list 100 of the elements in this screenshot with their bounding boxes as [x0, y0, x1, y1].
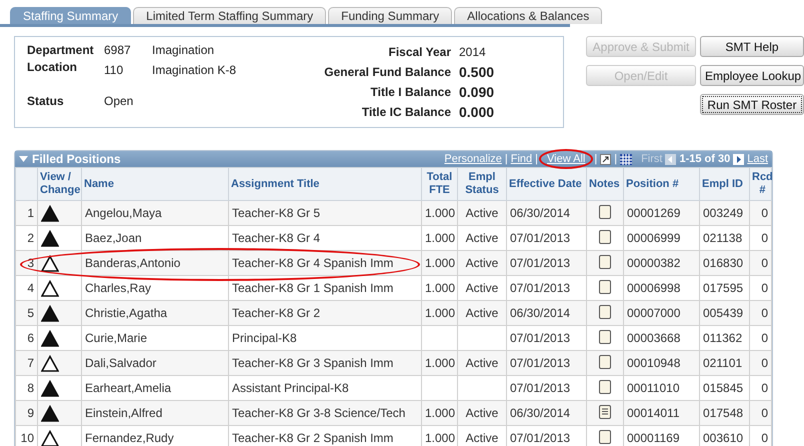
table-cell: 00010948 — [624, 350, 700, 376]
table-cell: 06/30/2014 — [506, 400, 586, 426]
field-value: Open — [104, 94, 134, 110]
field-label: Fiscal Year — [388, 45, 451, 59]
table-cell: 0 — [750, 350, 772, 376]
table-cell: Einstein,Alfred — [82, 400, 228, 426]
field-value: 0.000 — [459, 104, 494, 120]
next-icon[interactable] — [733, 154, 744, 164]
table-cell: 017548 — [700, 400, 750, 426]
table-cell: Active — [458, 250, 506, 276]
action-button[interactable]: Run SMT Roster — [700, 94, 804, 115]
table-cell: 0 — [750, 200, 772, 226]
table-cell: 00000382 — [624, 250, 700, 276]
filled-triangle-icon[interactable] — [41, 404, 59, 422]
collapse-icon[interactable] — [19, 156, 28, 162]
table-cell: 1.000 — [422, 350, 458, 376]
table-cell: 0 — [750, 300, 772, 326]
table-cell: Active — [458, 200, 506, 226]
tab[interactable]: Allocations & Balances — [454, 7, 602, 24]
table-cell: Angelou,Maya — [82, 200, 228, 226]
grid-title: Filled Positions — [19, 152, 121, 166]
field-value: 0.090 — [459, 84, 494, 100]
notes-icon[interactable] — [599, 254, 611, 269]
table-cell: Teacher-K8 Gr 3 Spanish Imm — [228, 350, 422, 376]
notes-icon[interactable] — [599, 329, 611, 344]
field-label: Title I Balance — [370, 85, 451, 99]
table-cell: 021101 — [700, 350, 750, 376]
table-cell: Active — [458, 400, 506, 426]
table-cell: 07/01/2013 — [506, 250, 586, 276]
outline-triangle-icon[interactable] — [41, 354, 59, 372]
table-cell: 1.000 — [422, 200, 458, 226]
notes-icon[interactable] — [599, 304, 611, 319]
field-value: Imagination K-8 — [152, 62, 236, 77]
outline-triangle-icon[interactable] — [41, 254, 59, 272]
row-number: 10 — [16, 426, 38, 446]
separator-text: | — [614, 153, 618, 165]
previous-icon[interactable] — [665, 154, 676, 164]
table-cell: 00001269 — [624, 200, 700, 226]
notes-icon[interactable] — [599, 379, 611, 394]
table-cell: 1.000 — [422, 300, 458, 326]
filled-triangle-icon[interactable] — [41, 230, 59, 246]
action-button[interactable]: SMT Help — [700, 36, 804, 57]
table-cell: 00007000 — [624, 300, 700, 326]
field-value: 6987 — [104, 43, 132, 59]
row-number: 1 — [16, 200, 38, 226]
table-cell: Teacher-K8 Gr 4 Spanish Imm — [228, 250, 422, 276]
field-label: Title IC Balance — [360, 105, 451, 119]
table-cell: 003249 — [700, 200, 750, 226]
field-value: 110 — [104, 62, 124, 77]
table-cell: Dali,Salvador — [82, 350, 228, 376]
field-label: Department — [27, 43, 95, 59]
separator-text: | — [504, 153, 508, 165]
table-cell: 00014011 — [624, 400, 700, 426]
notes-icon[interactable] — [599, 279, 611, 294]
table-cell: Teacher-K8 Gr 5 — [228, 200, 422, 226]
notes-icon[interactable] — [599, 404, 611, 419]
field-label: Location — [27, 60, 78, 76]
table-cell: Active — [458, 300, 506, 326]
outline-triangle-icon[interactable] — [41, 430, 59, 446]
row-number: 5 — [16, 300, 38, 326]
filled-triangle-icon[interactable] — [41, 204, 59, 222]
notes-icon[interactable] — [599, 204, 611, 219]
field-label: General Fund Balance — [323, 65, 451, 79]
column-header: Notes — [589, 178, 620, 190]
table-cell: Banderas,Antonio — [82, 250, 228, 276]
field-value: 2014 — [459, 45, 486, 59]
separator-text: | — [594, 153, 598, 165]
field-value: 0.500 — [459, 64, 494, 80]
field-label: Status — [27, 94, 65, 110]
column-header[interactable]: Assignment Title — [231, 178, 320, 190]
table-cell: 1.000 — [422, 400, 458, 426]
table-cell: Teacher-K8 Gr 2 — [228, 300, 422, 326]
table-cell: 0 — [750, 400, 772, 426]
notes-icon[interactable] — [599, 354, 611, 369]
table-cell: 0 — [750, 250, 772, 276]
table-cell: Christie,Agatha — [82, 300, 228, 326]
table-cell: 016830 — [700, 250, 750, 276]
table-cell: 06/30/2014 — [506, 300, 586, 326]
row-number: 9 — [16, 400, 38, 426]
filled-triangle-icon[interactable] — [41, 380, 59, 396]
column-header: View / Change — [40, 171, 80, 197]
table-cell: 1.000 — [422, 250, 458, 276]
table-cell: Teacher-K8 Gr 3-8 Science/Tech — [228, 400, 422, 426]
column-header[interactable]: Name — [84, 178, 114, 190]
separator-text: | — [535, 153, 538, 165]
spreadsheet-icon[interactable] — [620, 154, 632, 164]
table-cell: 06/30/2014 — [506, 200, 586, 226]
action-button[interactable]: Employee Lookup — [700, 65, 804, 86]
row-number: 7 — [16, 350, 38, 376]
table-cell: Active — [458, 350, 506, 376]
notes-icon[interactable] — [599, 429, 611, 444]
filled-triangle-icon[interactable] — [41, 330, 59, 346]
notes-icon[interactable] — [599, 229, 611, 244]
outline-triangle-icon[interactable] — [41, 280, 59, 296]
page-range: 1-15 of 30 — [679, 153, 730, 165]
tab[interactable]: Funding Summary — [328, 7, 452, 24]
filled-triangle-icon[interactable] — [41, 304, 59, 322]
new-window-icon[interactable] — [600, 154, 612, 164]
table-cell: 005439 — [700, 300, 750, 326]
tab[interactable]: Limited Term Staffing Summary — [133, 7, 326, 24]
